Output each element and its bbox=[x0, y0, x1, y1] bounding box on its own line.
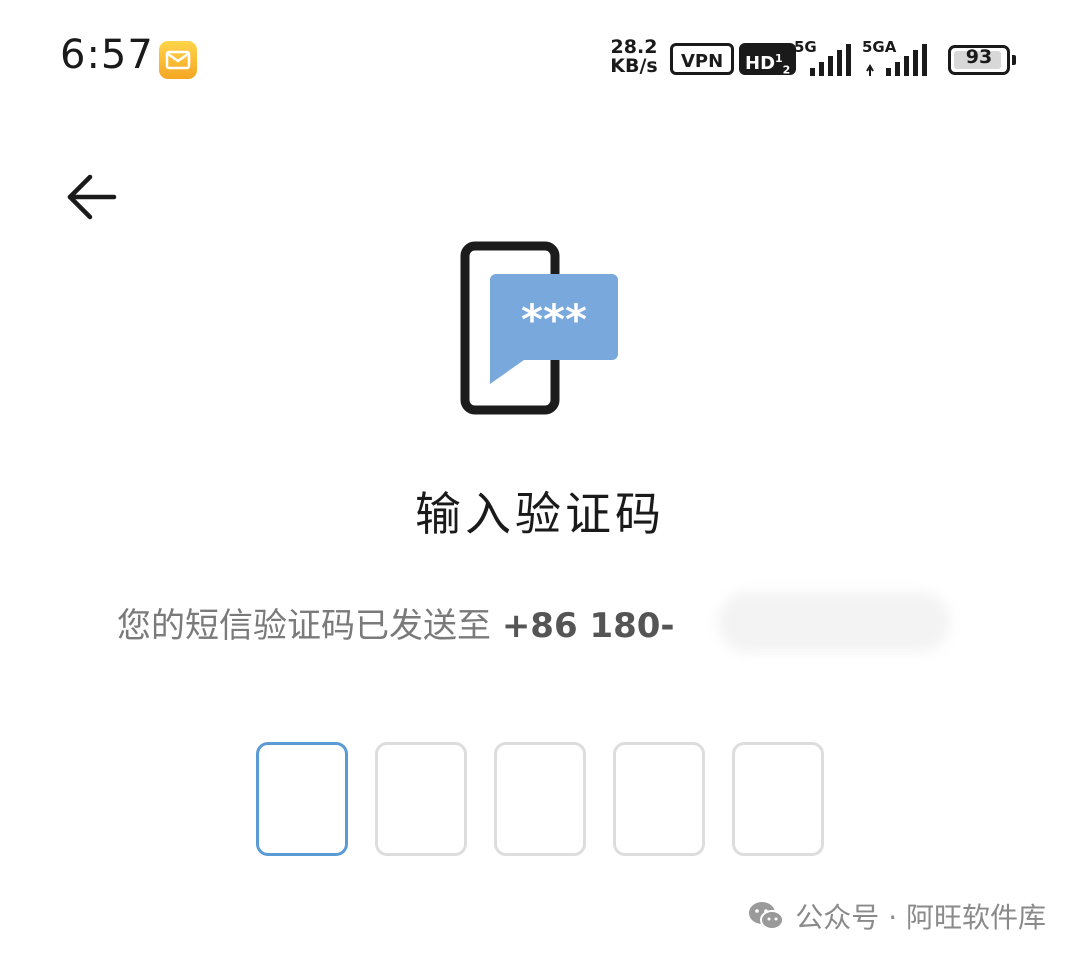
code-digit-box[interactable] bbox=[732, 742, 824, 856]
hd-sup: 1 bbox=[775, 52, 783, 65]
status-bar: 6:57 28.2 KB/s VPN HD12 5G 5GA 93 bbox=[0, 0, 1080, 120]
battery-tip bbox=[1012, 55, 1016, 65]
sms-sent-message: 您的短信验证码已发送至 +86 180- bbox=[117, 598, 675, 647]
signal-bars-icon bbox=[866, 44, 927, 76]
battery-indicator: 93 bbox=[948, 45, 1016, 75]
phone-sms-code-icon: *** bbox=[460, 241, 618, 415]
back-arrow-icon bbox=[67, 174, 117, 220]
code-digit-box[interactable] bbox=[256, 742, 348, 856]
wechat-icon bbox=[749, 902, 785, 930]
phone-number: +86 180- bbox=[501, 606, 675, 646]
back-button[interactable] bbox=[60, 165, 124, 229]
code-digit-box[interactable] bbox=[375, 742, 467, 856]
mail-notification-icon bbox=[159, 41, 197, 79]
phone-redaction-blur bbox=[718, 592, 950, 652]
sms-sent-prefix: 您的短信验证码已发送至 bbox=[117, 606, 502, 646]
network-speed-unit: KB/s bbox=[610, 55, 658, 77]
signal-bars-icon bbox=[810, 44, 851, 76]
network-speed: 28.2 KB/s bbox=[606, 38, 662, 76]
bubble-text: *** bbox=[521, 295, 587, 344]
hd-voice-badge: HD12 bbox=[739, 43, 797, 77]
clock: 6:57 bbox=[60, 32, 154, 78]
verification-code-input[interactable] bbox=[256, 742, 824, 856]
code-digit-box[interactable] bbox=[613, 742, 705, 856]
watermark: 公众号 · 阿旺软件库 bbox=[747, 896, 1046, 936]
page-title: 输入验证码 bbox=[415, 487, 665, 541]
code-digit-box[interactable] bbox=[494, 742, 586, 856]
watermark-text: 公众号 · 阿旺软件库 bbox=[795, 901, 1046, 934]
vpn-badge: VPN bbox=[670, 43, 735, 75]
hd-label: HD bbox=[745, 53, 776, 74]
battery-level: 93 bbox=[965, 46, 993, 68]
hd-sub: 2 bbox=[782, 63, 791, 77]
